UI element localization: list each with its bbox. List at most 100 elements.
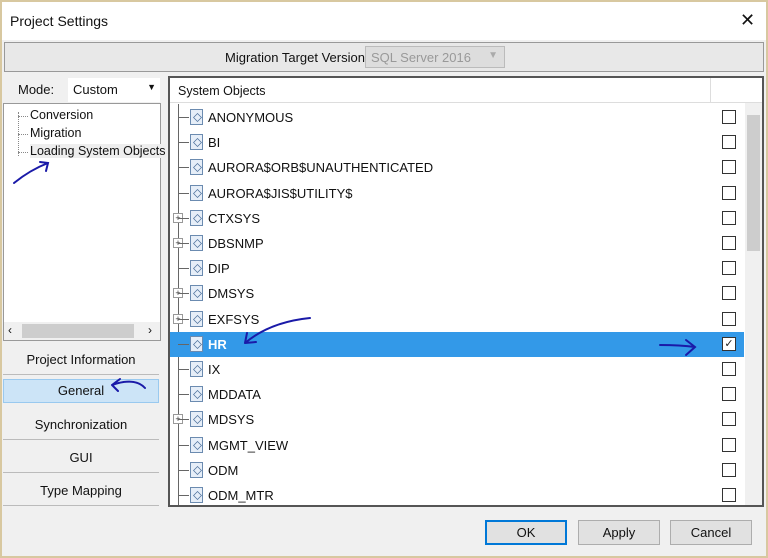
vertical-scrollbar[interactable]: [745, 103, 762, 505]
list-item[interactable]: ODM: [170, 458, 744, 483]
schema-name: CTXSYS: [208, 210, 261, 226]
list-item[interactable]: + DMSYS: [170, 281, 744, 306]
tree-line: [178, 469, 189, 471]
schema-icon: [190, 386, 203, 403]
schema-icon: [190, 134, 203, 151]
list-item[interactable]: ANONYMOUS: [170, 105, 744, 130]
nav-synchronization[interactable]: Synchronization: [3, 410, 159, 440]
schema-checkbox[interactable]: [722, 135, 736, 150]
chevron-down-icon: ▼: [147, 82, 156, 92]
schema-icon: [190, 109, 203, 125]
tree-item-migration[interactable]: Migration: [17, 126, 81, 140]
schema-name: EXFSYS: [208, 311, 260, 327]
schema-checkbox[interactable]: [722, 160, 736, 175]
list-item[interactable]: HR ✓: [170, 331, 744, 357]
migration-target-value: SQL Server 2016: [371, 50, 471, 65]
tree-line: [178, 419, 189, 421]
schema-checkbox[interactable]: [722, 311, 736, 326]
header-label: System Objects: [178, 84, 266, 98]
tree-item-conversion[interactable]: Conversion: [17, 108, 93, 122]
schema-checkbox[interactable]: [722, 412, 736, 427]
tree-line: [178, 192, 189, 194]
tree-line: [178, 293, 189, 295]
schema-icon: [190, 436, 203, 453]
title-bar: Project Settings ✕: [2, 2, 766, 40]
tree-line: [178, 243, 189, 244]
list-item[interactable]: AURORA$JIS$UTILITY$: [170, 181, 744, 206]
schema-icon: [190, 159, 203, 176]
cancel-button[interactable]: Cancel: [670, 520, 752, 545]
schema-name: MDSYS: [208, 412, 255, 428]
schema-checkbox[interactable]: [722, 110, 736, 124]
tree-line: [178, 444, 189, 446]
nav-gui[interactable]: GUI: [3, 443, 159, 473]
apply-button[interactable]: Apply: [578, 520, 660, 545]
window-title: Project Settings: [10, 13, 109, 29]
schema-icon: [190, 461, 203, 478]
scroll-thumb[interactable]: [747, 115, 760, 251]
list-item[interactable]: IX: [170, 357, 744, 382]
tree-line: [178, 394, 189, 396]
schema-icon: [190, 260, 203, 277]
list-item[interactable]: + EXFSYS: [170, 307, 744, 332]
column-divider: [710, 78, 711, 102]
tree-line: [178, 268, 189, 270]
list-item[interactable]: + MDSYS: [170, 407, 744, 432]
schema-checkbox[interactable]: [722, 462, 736, 477]
schema-icon: [190, 361, 203, 377]
list-item[interactable]: AURORA$ORB$UNAUTHENTICATED: [170, 155, 744, 180]
mode-label: Mode:: [18, 82, 55, 97]
schema-name: DMSYS: [208, 286, 255, 302]
list-item[interactable]: MGMT_VIEW: [170, 433, 744, 458]
schema-name: DIP: [208, 261, 230, 277]
schema-checkbox[interactable]: [722, 387, 736, 402]
schema-checkbox[interactable]: [722, 185, 736, 200]
schema-checkbox[interactable]: ✓: [722, 336, 736, 351]
schema-name: ANONYMOUS: [208, 110, 294, 125]
ok-button[interactable]: OK: [485, 520, 567, 545]
list-item[interactable]: + CTXSYS: [170, 206, 744, 231]
schema-name: ODM: [208, 462, 239, 478]
tree-line: [178, 318, 189, 320]
schema-name: AURORA$ORB$UNAUTHENTICATED: [208, 160, 434, 176]
tree-item-loading-system-objects[interactable]: Loading System Objects: [18, 144, 166, 158]
tree-line: [178, 167, 189, 169]
schema-name: MGMT_VIEW: [208, 437, 289, 453]
schema-name: HR: [208, 336, 227, 352]
schema-checkbox[interactable]: [722, 286, 736, 301]
tree-line: [178, 369, 189, 370]
schema-icon: [190, 487, 203, 503]
list-item[interactable]: MDDATA: [170, 382, 744, 407]
list-item[interactable]: ODM_MTR: [170, 483, 744, 508]
schema-icon: [190, 184, 203, 201]
tree-line: [178, 117, 189, 118]
chevron-right-icon[interactable]: ›: [148, 323, 152, 337]
nav-type-mapping[interactable]: Type Mapping: [3, 476, 159, 506]
schema-name: DBSNMP: [208, 236, 264, 251]
scroll-thumb[interactable]: [22, 324, 134, 338]
nav-project-information[interactable]: Project Information: [3, 345, 159, 375]
schema-icon: [190, 411, 203, 428]
schema-checkbox[interactable]: [722, 261, 736, 276]
schema-icon: [190, 285, 203, 302]
schema-name: AURORA$JIS$UTILITY$: [208, 185, 353, 201]
close-icon[interactable]: ✕: [740, 10, 755, 31]
migration-target-select[interactable]: SQL Server 2016 ▼: [365, 46, 505, 68]
chevron-left-icon[interactable]: ‹: [8, 323, 12, 337]
tree-line: [178, 142, 189, 144]
schema-icon: [190, 335, 203, 352]
schema-checkbox[interactable]: [722, 362, 736, 376]
list-item[interactable]: BI: [170, 130, 744, 155]
nav-general[interactable]: General: [3, 379, 159, 403]
settings-tree: Conversion Migration Loading System Obje…: [3, 103, 166, 341]
horizontal-scrollbar[interactable]: ‹ ›: [4, 322, 160, 340]
schema-name: ODM_MTR: [208, 488, 274, 503]
mode-select[interactable]: Custom ▼: [68, 78, 160, 102]
list-item[interactable]: DIP: [170, 256, 744, 281]
schema-checkbox[interactable]: [722, 236, 736, 250]
schema-checkbox[interactable]: [722, 488, 736, 502]
schema-name: IX: [208, 362, 221, 377]
schema-checkbox[interactable]: [722, 437, 736, 452]
list-item[interactable]: + DBSNMP: [170, 231, 744, 256]
schema-checkbox[interactable]: [722, 210, 736, 225]
